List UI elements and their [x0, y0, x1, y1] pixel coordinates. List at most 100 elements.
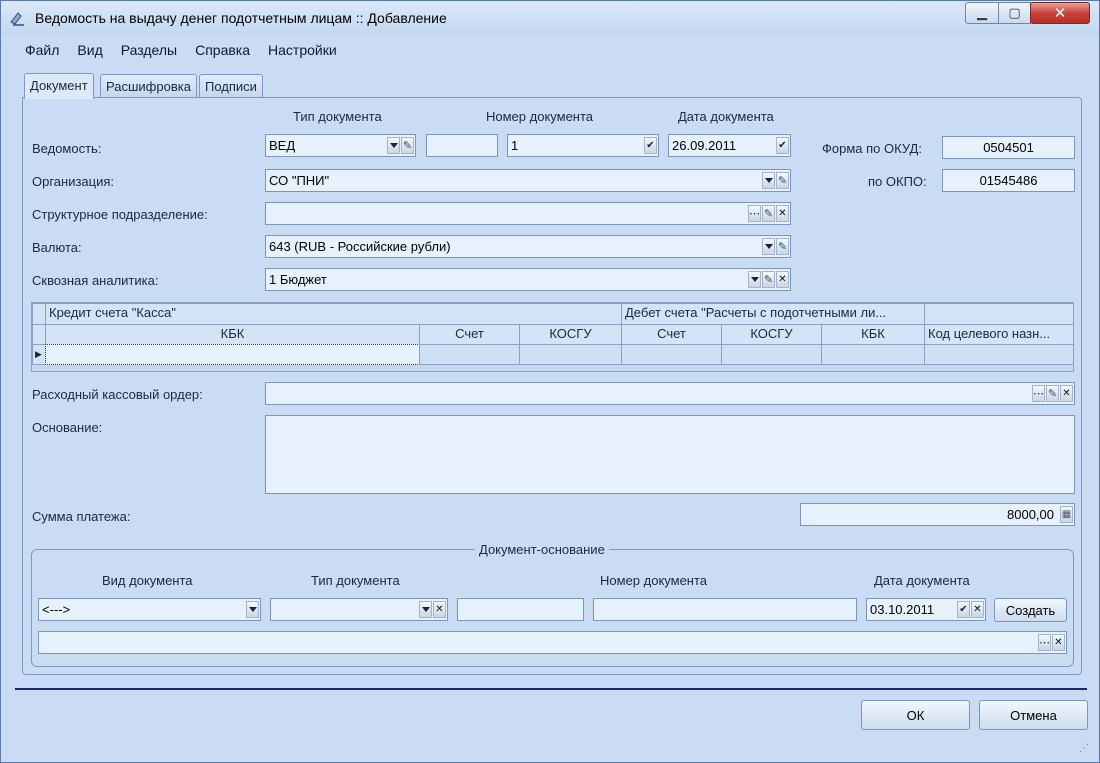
subdivision-select[interactable] [265, 202, 791, 225]
basis-number-input[interactable] [593, 598, 857, 621]
edit-icon[interactable] [762, 271, 775, 288]
basis-type-select[interactable] [270, 598, 448, 621]
minimize-button[interactable]: ▁ [965, 2, 999, 24]
grid-group-debit: Дебет счета "Расчеты с подотчетными ли..… [621, 303, 925, 325]
maximize-button[interactable]: ▢ [998, 2, 1031, 24]
grid-header-corner [32, 324, 46, 345]
ok-button[interactable]: ОК [861, 700, 970, 730]
minimize-icon: ▁ [977, 5, 987, 20]
okud-label: Форма по ОКУД: [822, 141, 922, 156]
edit-icon[interactable] [401, 137, 414, 154]
doc-type-value: ВЕД [269, 138, 296, 153]
dropdown-icon[interactable] [762, 238, 775, 255]
clear-icon[interactable] [1052, 634, 1065, 651]
clear-icon[interactable] [433, 601, 446, 618]
header-doc-number: Номер документа [486, 109, 594, 124]
ellipsis-icon[interactable] [1032, 385, 1045, 402]
doc-type-select[interactable]: ВЕД [265, 134, 416, 157]
cash-order-select[interactable] [265, 382, 1075, 405]
grid-col-kbk[interactable]: КБК [45, 324, 420, 345]
basis-textarea[interactable] [265, 415, 1075, 494]
payment-sum-value: 8000,00 [1007, 507, 1054, 522]
payment-sum-label: Сумма платежа: [32, 509, 131, 524]
clear-icon[interactable] [1060, 385, 1073, 402]
menu-help[interactable]: Справка [195, 42, 250, 60]
payment-sum-field[interactable]: 8000,00 [800, 503, 1075, 526]
analytics-value: 1 Бюджет [269, 272, 327, 287]
clear-icon[interactable] [776, 205, 789, 222]
edit-icon[interactable] [776, 238, 789, 255]
clear-icon[interactable] [971, 601, 984, 618]
currency-select[interactable]: 643 (RUB - Российские рубли) [265, 235, 791, 258]
grid-col-account[interactable]: Счет [419, 324, 520, 345]
resize-grip-icon[interactable]: ⋰ [1079, 743, 1089, 754]
basis-link-select[interactable] [38, 631, 1067, 654]
ellipsis-icon[interactable] [1038, 634, 1051, 651]
edit-icon[interactable] [1046, 385, 1059, 402]
edit-icon[interactable] [776, 172, 789, 189]
close-icon: ✕ [1053, 5, 1067, 22]
grid-col-debit-kbk[interactable]: КБК [821, 324, 925, 345]
grid-group-empty [924, 303, 1074, 325]
doc-date-value: 26.09.2011 [672, 138, 737, 153]
dropdown-icon[interactable] [419, 601, 432, 618]
okpo-field[interactable]: 01545486 [942, 169, 1075, 192]
doc-number-select[interactable]: 1 [507, 134, 659, 157]
basis-date-picker[interactable]: 03.10.2011 [866, 598, 986, 621]
grid-cell[interactable] [924, 344, 1074, 365]
grid-cell[interactable] [519, 344, 622, 365]
grid-cell[interactable] [721, 344, 822, 365]
close-button[interactable]: ✕ [1030, 2, 1090, 24]
tab-document[interactable]: Документ [24, 73, 94, 99]
basis-header-number: Номер документа [600, 573, 708, 588]
grid-col-debit-kosgu[interactable]: КОСГУ [721, 324, 822, 345]
grid-cell-kbk[interactable] [45, 344, 420, 365]
chevron-down-icon[interactable] [957, 601, 970, 618]
tab-breakdown[interactable]: Расшифровка [100, 74, 197, 98]
organization-select[interactable]: СО "ПНИ" [265, 169, 791, 192]
dropdown-icon[interactable] [748, 271, 761, 288]
grid-cell[interactable] [621, 344, 722, 365]
statement-label: Ведомость: [32, 141, 102, 156]
grid-cell[interactable] [821, 344, 925, 365]
grid-col-kosgu[interactable]: КОСГУ [519, 324, 622, 345]
okud-field[interactable]: 0504501 [942, 136, 1075, 159]
accounts-grid: Кредит счета "Касса" Дебет счета "Расчет… [31, 302, 1074, 372]
grid-cell[interactable] [419, 344, 520, 365]
create-button[interactable]: Создать [994, 598, 1067, 622]
menu-view[interactable]: Вид [77, 42, 102, 60]
doc-extra-input[interactable] [426, 134, 498, 157]
okpo-value: 01545486 [979, 173, 1038, 188]
basis-kind-value: <---> [42, 602, 71, 617]
grid-group-credit: Кредит счета "Касса" [45, 303, 622, 325]
calculator-icon[interactable] [1060, 506, 1073, 523]
basis-kind-select[interactable]: <---> [38, 598, 261, 621]
tab-signatures[interactable]: Подписи [199, 74, 263, 98]
currency-value: 643 (RUB - Российские рубли) [269, 239, 451, 254]
basis-header-kind: Вид документа [102, 573, 193, 588]
cash-order-label: Расходный кассовый ордер: [32, 387, 203, 402]
dropdown-icon[interactable] [387, 137, 400, 154]
edit-icon[interactable] [762, 205, 775, 222]
grid-col-debit-account[interactable]: Счет [621, 324, 722, 345]
grid-col-target-code[interactable]: Код целевого назн... [924, 324, 1074, 345]
chevron-down-icon[interactable] [776, 137, 789, 154]
maximize-icon: ▢ [1008, 5, 1021, 20]
chevron-down-icon[interactable] [644, 137, 657, 154]
menu-file[interactable]: Файл [25, 42, 59, 60]
ellipsis-icon[interactable] [748, 205, 761, 222]
header-doc-type: Тип документа [293, 109, 382, 124]
dropdown-icon[interactable] [762, 172, 775, 189]
currency-label: Валюта: [32, 240, 82, 255]
basis-extra-input[interactable] [457, 598, 584, 621]
analytics-select[interactable]: 1 Бюджет [265, 268, 791, 291]
menu-sections[interactable]: Разделы [121, 42, 177, 60]
doc-date-picker[interactable]: 26.09.2011 [668, 134, 791, 157]
clear-icon[interactable] [776, 271, 789, 288]
dropdown-icon[interactable] [246, 601, 259, 618]
analytics-label: Сквозная аналитика: [32, 273, 159, 288]
menu-settings[interactable]: Настройки [268, 42, 337, 60]
header-doc-date: Дата документа [678, 109, 774, 124]
basis-header-type: Тип документа [311, 573, 400, 588]
cancel-button[interactable]: Отмена [979, 700, 1088, 730]
